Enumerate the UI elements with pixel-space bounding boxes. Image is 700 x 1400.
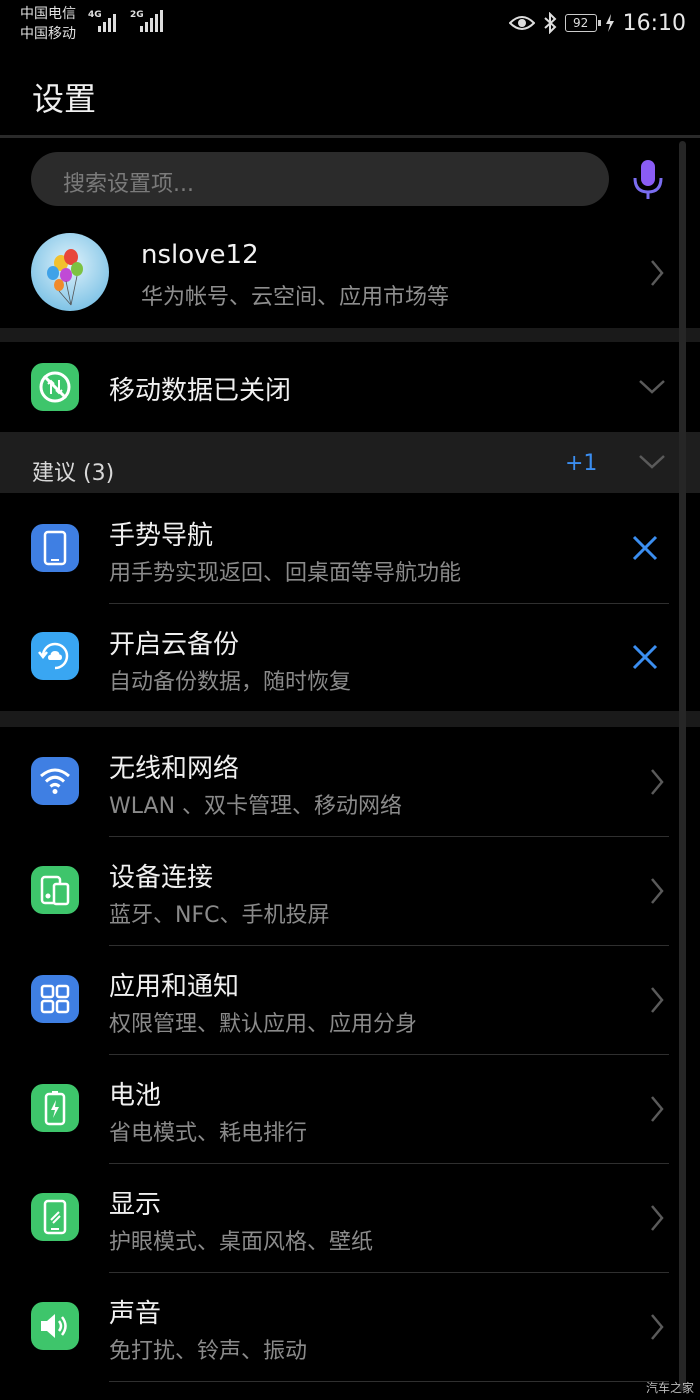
carrier-1: 中国电信 xyxy=(20,6,76,22)
settings-item-subtitle: 护眼模式、桌面风格、壁纸 xyxy=(109,1230,374,1255)
suggestions-extra-count: +1 xyxy=(565,451,598,476)
chevron-right-icon xyxy=(651,878,664,904)
wifi-icon xyxy=(31,757,79,805)
settings-item-title: 设备连接 xyxy=(109,863,214,893)
bluetooth-icon xyxy=(543,12,557,34)
settings-screen: 中国电信 中国移动 4G 2G 92 16:10 设置 搜索设置项... nsl… xyxy=(0,0,700,1400)
settings-item-subtitle: 蓝牙、NFC、手机投屏 xyxy=(109,903,330,928)
carrier-names: 中国电信 中国移动 xyxy=(20,4,76,44)
settings-item-title: 无线和网络 xyxy=(109,754,240,784)
settings-item-subtitle: 省电模式、耗电排行 xyxy=(109,1121,308,1146)
divider xyxy=(109,603,669,604)
chevron-right-icon xyxy=(651,260,664,286)
search-placeholder: 搜索设置项... xyxy=(63,172,194,197)
settings-item-title: 应用和通知 xyxy=(109,972,240,1002)
mobile-data-off-icon xyxy=(31,363,79,411)
divider xyxy=(109,945,669,946)
settings-item-subtitle: 权限管理、默认应用、应用分身 xyxy=(109,1012,418,1037)
cloud-backup-icon xyxy=(31,632,79,680)
close-icon[interactable] xyxy=(632,535,658,561)
microphone-icon[interactable] xyxy=(628,158,668,202)
suggestion-subtitle: 自动备份数据，随时恢复 xyxy=(109,670,352,695)
chevron-right-icon xyxy=(651,1096,664,1122)
sound-icon xyxy=(31,1302,79,1350)
close-icon[interactable] xyxy=(632,644,658,670)
section-gap xyxy=(0,711,700,727)
eye-comfort-icon xyxy=(508,16,535,30)
mobile-data-label: 移动数据已关闭 xyxy=(109,376,292,406)
display-icon xyxy=(31,1193,79,1241)
search-input[interactable]: 搜索设置项... xyxy=(31,152,609,206)
divider xyxy=(109,1054,669,1055)
phone-icon xyxy=(31,524,79,572)
page-title: 设置 xyxy=(32,80,97,118)
account-name: nslove12 xyxy=(141,240,259,270)
settings-item-title: 显示 xyxy=(109,1190,162,1220)
title-divider xyxy=(0,135,700,138)
device-connection-icon xyxy=(31,866,79,914)
clock: 16:10 xyxy=(622,10,686,36)
chevron-down-icon[interactable] xyxy=(638,378,666,396)
battery-indicator: 92 xyxy=(564,14,601,32)
settings-item-subtitle: 免打扰、铃声、振动 xyxy=(109,1339,308,1364)
settings-item-title: 电池 xyxy=(109,1081,162,1111)
status-right: 92 16:10 xyxy=(508,8,686,38)
chevron-down-icon[interactable] xyxy=(638,453,666,471)
chevron-right-icon xyxy=(651,1205,664,1231)
suggestion-title: 开启云备份 xyxy=(109,630,240,660)
divider xyxy=(109,836,669,837)
scrollbar[interactable] xyxy=(679,141,686,1391)
carrier-2: 中国移动 xyxy=(20,26,76,42)
divider xyxy=(109,1163,669,1164)
suggestion-subtitle: 用手势实现返回、回桌面等导航功能 xyxy=(109,561,462,586)
divider xyxy=(109,1381,669,1382)
divider xyxy=(109,1272,669,1273)
status-bar: 中国电信 中国移动 4G 2G 92 16:10 xyxy=(0,0,700,50)
chevron-right-icon xyxy=(651,987,664,1013)
section-gap xyxy=(0,328,700,342)
settings-item-title: 声音 xyxy=(109,1299,162,1329)
watermark: 汽车之家 xyxy=(645,1381,694,1395)
apps-grid-icon xyxy=(31,975,79,1023)
suggestions-label: 建议 (3) xyxy=(32,461,115,486)
chevron-right-icon xyxy=(651,1314,664,1340)
account-subtitle: 华为帐号、云空间、应用市场等 xyxy=(141,285,450,310)
avatar xyxy=(31,233,109,311)
battery-icon xyxy=(31,1084,79,1132)
suggestion-title: 手势导航 xyxy=(109,521,214,551)
settings-item-subtitle: WLAN 、双卡管理、移动网络 xyxy=(109,794,403,819)
chevron-right-icon xyxy=(651,769,664,795)
charging-icon xyxy=(605,14,614,32)
